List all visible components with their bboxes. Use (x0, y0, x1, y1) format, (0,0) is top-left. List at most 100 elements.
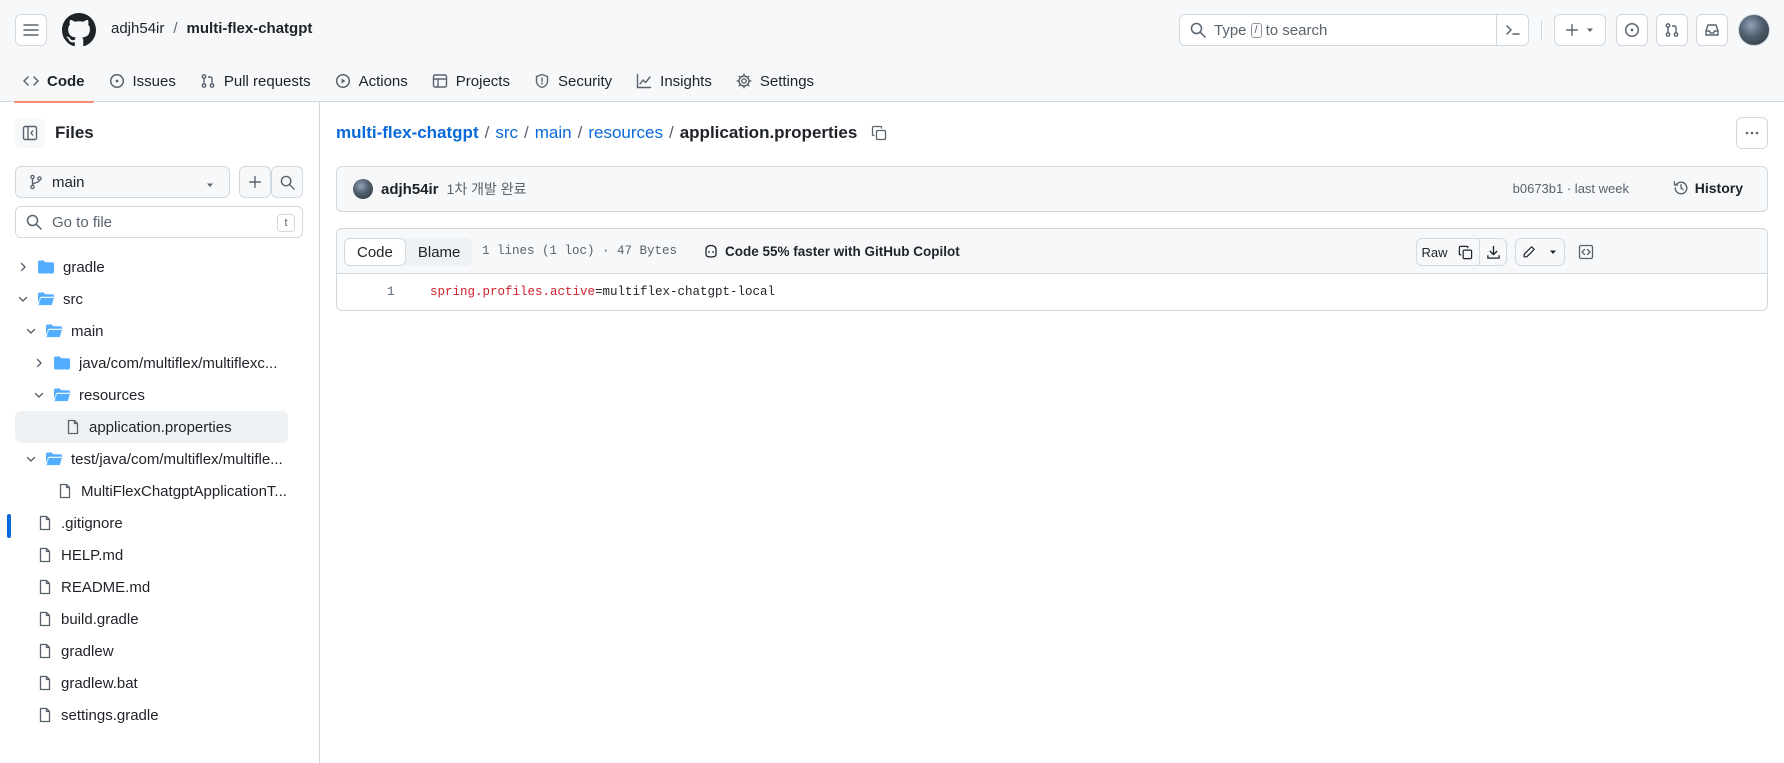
tree-item-test[interactable]: test/java/com/multiflex/multifle... (23, 443, 288, 475)
issue-opened-icon (109, 73, 124, 89)
command-palette-button[interactable] (1496, 15, 1528, 45)
commit-message[interactable]: 1차 개발 완료 (447, 179, 527, 199)
symbols-panel-button[interactable] (1572, 238, 1600, 266)
header-divider (1541, 20, 1542, 40)
chevron-right-icon[interactable] (15, 261, 31, 273)
code-view-button[interactable]: Code (344, 238, 406, 266)
branch-name: main (52, 173, 85, 191)
github-logo-icon[interactable] (62, 13, 96, 47)
file-icon (39, 547, 51, 563)
tree-item-resources[interactable]: resources (31, 379, 288, 411)
edit-button[interactable] (1515, 238, 1542, 266)
tab-projects[interactable]: Projects (423, 60, 519, 102)
tree-item-label: application.properties (89, 418, 232, 436)
repo-link[interactable]: multi-flex-chatgpt (187, 20, 313, 37)
download-button[interactable] (1479, 238, 1507, 266)
commit-meta[interactable]: b0673b1 · last week (1513, 181, 1629, 196)
tree-item-settings-gradle[interactable]: settings.gradle (15, 699, 288, 731)
go-to-file-shortcut: t (277, 214, 295, 232)
table-icon (432, 74, 447, 88)
tab-insights[interactable]: Insights (627, 60, 721, 102)
breadcrumb-src-link[interactable]: src (495, 123, 518, 143)
tree-item-label: gradlew.bat (61, 674, 138, 692)
property-key: spring.profiles.active (430, 285, 596, 299)
tab-label: Settings (759, 72, 815, 90)
folder-open-icon (37, 292, 55, 306)
tab-settings[interactable]: Settings (727, 60, 823, 102)
breadcrumb-repo-link[interactable]: multi-flex-chatgpt (336, 123, 479, 143)
tree-item-gradlew[interactable]: gradlew (15, 635, 288, 667)
tree-item-java[interactable]: java/com/multiflex/multiflexc... (31, 347, 288, 379)
breadcrumb-separator: / (668, 123, 674, 142)
copy-raw-button[interactable] (1452, 238, 1480, 266)
raw-button[interactable]: Raw (1416, 238, 1453, 266)
go-to-file-input[interactable]: Go to file t (15, 206, 303, 238)
tab-pull-requests[interactable]: Pull requests (191, 60, 320, 102)
owner-link[interactable]: adjh54ir (111, 20, 164, 37)
tree-item-readme-md[interactable]: README.md (15, 571, 288, 603)
tree-item-main[interactable]: main (23, 315, 288, 347)
copy-path-button[interactable] (871, 125, 887, 141)
breadcrumb-separator: / (484, 123, 490, 142)
pull-requests-button[interactable] (1656, 14, 1688, 46)
folder-open-icon (45, 452, 63, 466)
folder-icon (38, 260, 54, 274)
chevron-down-icon[interactable] (23, 325, 39, 337)
commit-author-avatar[interactable] (353, 179, 373, 199)
search-icon (1190, 22, 1206, 38)
tab-actions[interactable]: Actions (326, 60, 417, 102)
commit-author[interactable]: adjh54ir (381, 181, 439, 198)
more-options-button[interactable] (1736, 117, 1768, 149)
raw-label: Raw (1421, 244, 1448, 260)
breadcrumb-resources-link[interactable]: resources (588, 123, 663, 143)
issues-button[interactable] (1616, 14, 1648, 46)
user-avatar[interactable] (1738, 14, 1770, 46)
edit-options-button[interactable] (1541, 238, 1565, 266)
tab-security[interactable]: Security (525, 60, 621, 102)
gear-icon (736, 73, 752, 89)
inbox-button[interactable] (1696, 14, 1728, 46)
create-new-button[interactable] (1554, 14, 1606, 46)
tree-item-application-properties[interactable]: application.properties (15, 411, 288, 443)
context-separator: / (173, 20, 178, 37)
tree-item-test-class[interactable]: MultiFlexChatgptApplicationT... (15, 475, 288, 507)
search-input[interactable]: Type / to search (1179, 14, 1529, 46)
selected-item-indicator (7, 514, 11, 538)
tab-label: Pull requests (223, 72, 311, 90)
chevron-down-icon[interactable] (23, 453, 39, 465)
breadcrumb-separator: / (577, 123, 583, 142)
tab-label: Code (47, 72, 85, 90)
history-button[interactable]: History (1673, 180, 1743, 196)
add-file-button[interactable] (239, 166, 271, 198)
git-pull-request-icon (201, 74, 215, 88)
tab-code[interactable]: Code (14, 60, 94, 103)
triangle-down-icon (1549, 250, 1556, 254)
download-icon (1486, 245, 1500, 259)
chevron-right-icon[interactable] (31, 357, 47, 369)
blame-view-button[interactable]: Blame (406, 238, 473, 266)
collapse-sidebar-button[interactable] (15, 118, 45, 148)
tree-item-build-gradle[interactable]: build.gradle (15, 603, 288, 635)
tree-item-src[interactable]: src (15, 283, 288, 315)
branch-selector[interactable]: main (15, 166, 230, 198)
files-header: Files (15, 118, 94, 148)
plus-icon (249, 176, 261, 188)
file-icon (59, 483, 71, 499)
tree-item-gitignore[interactable]: .gitignore (15, 507, 288, 539)
line-number[interactable]: 1 (387, 285, 395, 299)
file-icon (39, 707, 51, 723)
search-files-button[interactable] (271, 166, 303, 198)
tab-issues[interactable]: Issues (100, 60, 185, 102)
tree-item-help-md[interactable]: HELP.md (15, 539, 288, 571)
tree-item-gradle[interactable]: gradle (15, 251, 288, 283)
code-content[interactable]: 1 spring.profiles.active=multiflex-chatg… (337, 275, 1767, 310)
copilot-promo-link[interactable]: Code 55% faster with GitHub Copilot (703, 243, 960, 259)
folder-open-icon (45, 324, 63, 338)
chevron-down-icon[interactable] (31, 389, 47, 401)
code-line[interactable]: spring.profiles.active=multiflex-chatgpt… (430, 285, 775, 299)
chevron-down-icon[interactable] (15, 293, 31, 305)
tree-item-gradlew-bat[interactable]: gradlew.bat (15, 667, 288, 699)
menu-button[interactable] (15, 14, 47, 46)
tree-item-label: src (63, 290, 83, 308)
breadcrumb-main-link[interactable]: main (535, 123, 572, 143)
